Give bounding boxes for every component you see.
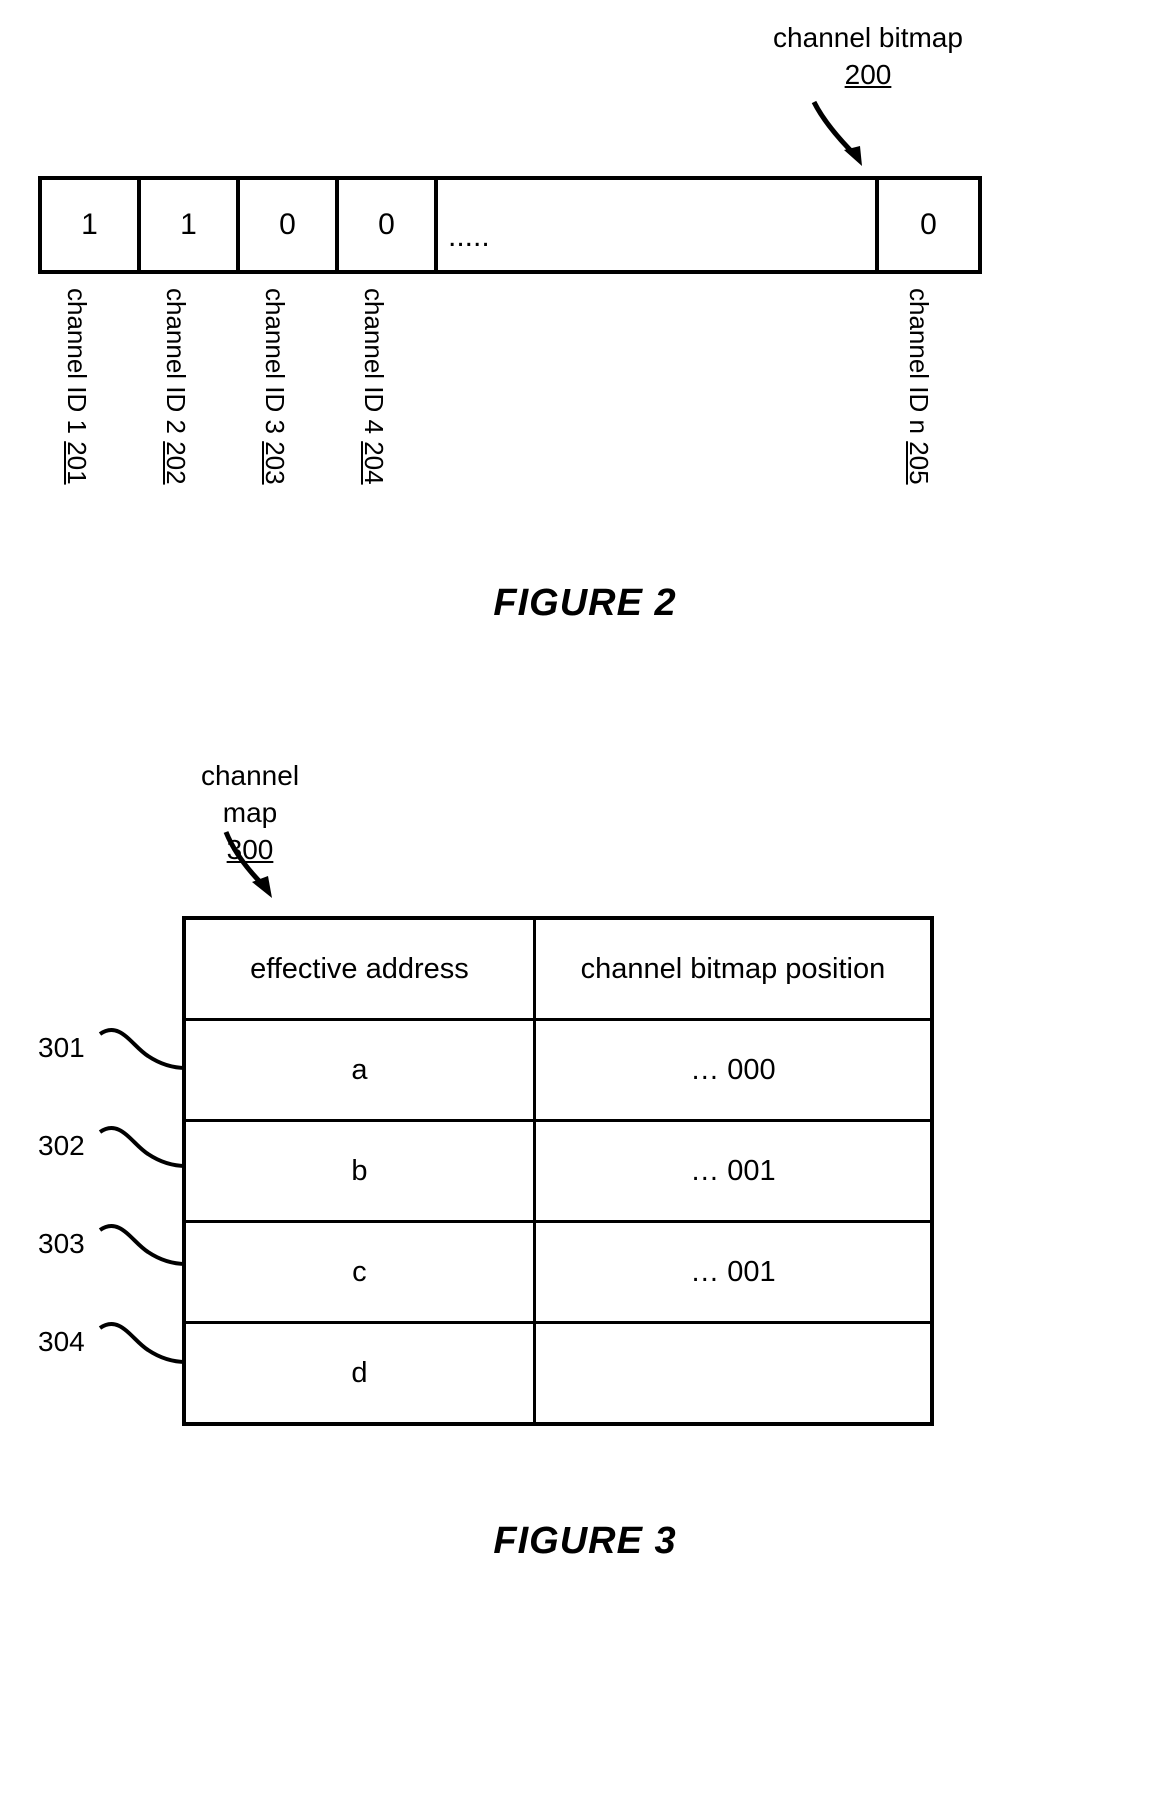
bitmap-cell-ellipsis: ..... (438, 180, 879, 270)
cell-effective-address: c (182, 1220, 536, 1324)
channel-id-label-ref: 202 (161, 441, 191, 485)
cell-channel-bitmap-position: … 000 (532, 1018, 934, 1122)
bitmap-cell: 1 (141, 180, 240, 270)
channel-id-label-ref: 201 (62, 441, 92, 485)
cell-effective-address: a (182, 1018, 536, 1122)
cell-channel-bitmap-position: … 001 (532, 1220, 934, 1324)
cell-channel-bitmap-position (532, 1321, 934, 1426)
row-ref-301: 301 (38, 1032, 85, 1063)
leader-squiggle-icon (98, 1321, 187, 1364)
row-ref-302: 302 (38, 1130, 85, 1161)
cell-effective-address: d (182, 1321, 536, 1426)
header-effective-address: effective address (182, 916, 536, 1021)
row-ref-304: 304 (38, 1326, 85, 1357)
channel-map-callout-label: channel map (200, 760, 300, 828)
channel-id-label-2: channel ID 2 202 (160, 288, 191, 528)
figure-2: channel bitmap 200 1 1 0 0 ..... 0 chann… (0, 0, 1170, 720)
channel-id-label-text: channel ID 3 (260, 288, 290, 434)
channel-id-label-text: channel ID 4 (359, 288, 389, 434)
channel-id-label-ref: 203 (260, 441, 290, 485)
table-row: a … 000 (182, 1018, 934, 1122)
channel-id-label-4: channel ID 4 204 (358, 288, 389, 528)
channel-bitmap-callout-label: channel bitmap (773, 22, 963, 53)
cell-channel-bitmap-position: … 001 (532, 1119, 934, 1223)
leader-squiggle-icon (98, 1125, 187, 1168)
row-ref-303: 303 (38, 1228, 85, 1259)
figure-3-caption: FIGURE 3 (493, 1520, 677, 1562)
channel-bitmap-callout: channel bitmap 200 (768, 20, 968, 94)
channel-id-label-n: channel ID n 205 (903, 288, 934, 528)
bitmap-cell: 0 (920, 208, 937, 241)
figure-3: channel map 300 301 302 303 304 effectiv… (0, 720, 1170, 1813)
channel-bitmap-strip: 1 1 0 0 ..... 0 (38, 176, 982, 274)
table-row: b … 001 (182, 1119, 934, 1223)
cell-effective-address: b (182, 1119, 536, 1223)
bitmap-cell: 0 (240, 180, 339, 270)
leader-squiggle-icon (98, 1027, 187, 1070)
bitmap-cell: 1 (42, 180, 141, 270)
channel-id-label-1: channel ID 1 201 (61, 288, 92, 528)
table-row: d (182, 1321, 934, 1426)
channel-id-label-text: channel ID 2 (161, 288, 191, 434)
channel-map-table: effective address channel bitmap positio… (182, 916, 934, 1426)
figure-2-caption: FIGURE 2 (493, 582, 677, 624)
header-channel-bitmap-position: channel bitmap position (532, 916, 934, 1021)
bitmap-cell: 0 (339, 180, 438, 270)
leader-squiggle-icon (98, 1223, 187, 1266)
callout-arrow-icon (811, 100, 862, 166)
channel-id-label-ref: 204 (359, 441, 389, 485)
channel-id-label-text: channel ID 1 (62, 288, 92, 434)
channel-id-label-3: channel ID 3 203 (259, 288, 290, 528)
table-row: c … 001 (182, 1220, 934, 1324)
channel-id-label-text: channel ID n (904, 288, 934, 434)
table-header-row: effective address channel bitmap positio… (182, 916, 934, 1021)
callout-arrow-icon (223, 831, 272, 898)
channel-bitmap-callout-ref: 200 (844, 58, 892, 90)
channel-id-label-ref: 205 (904, 441, 934, 485)
